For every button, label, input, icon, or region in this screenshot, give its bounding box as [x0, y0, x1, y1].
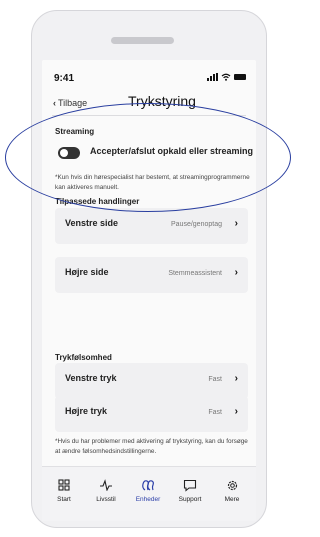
tab-livsstil[interactable]: Livsstil: [86, 477, 126, 503]
tab-support[interactable]: Support: [170, 477, 210, 503]
grid-icon: [44, 477, 84, 493]
action-row-right[interactable]: Højre side Stemmeassistent ›: [55, 257, 248, 293]
pulse-icon: [86, 477, 126, 493]
back-label: Tilbage: [58, 98, 88, 108]
status-icons: [207, 73, 246, 81]
sensitivity-heading: Trykfølsomhed: [55, 353, 112, 362]
hearing-aids-icon: [128, 477, 168, 493]
action-row-value: Pause/genoptag: [171, 221, 222, 228]
action-row-label: Højre side: [65, 267, 109, 277]
header-divider: [52, 115, 246, 116]
sensitivity-row-label: Venstre tryk: [65, 373, 117, 383]
tab-start[interactable]: Start: [44, 477, 84, 503]
chevron-right-icon: ›: [234, 373, 238, 384]
chat-icon: [170, 477, 210, 493]
sensitivity-row-value: Fast: [208, 376, 222, 383]
tab-label: Mere: [224, 496, 240, 503]
streaming-heading: Streaming: [55, 127, 95, 136]
tab-label: Enheder: [135, 496, 161, 503]
phone-speaker: [111, 37, 174, 44]
app-screen: 9:41 ‹ Tilbage Trykstyring Streaming Acc…: [42, 60, 256, 521]
streaming-note: *Kun hvis din hørespecialist har bestemt…: [55, 174, 250, 191]
gear-icon: [212, 477, 252, 493]
sensitivity-row-label: Højre tryk: [65, 406, 108, 416]
sensitivity-note: *Hvis du har problemer med aktivering af…: [55, 438, 248, 455]
streaming-toggle[interactable]: [58, 147, 80, 159]
tab-enheder[interactable]: Enheder: [128, 477, 168, 503]
tab-label: Start: [57, 496, 71, 503]
sensitivity-row-left[interactable]: Venstre tryk Fast ›: [55, 363, 248, 399]
tab-label: Support: [178, 496, 202, 503]
chevron-left-icon: ‹: [53, 98, 56, 108]
battery-icon: [234, 74, 246, 80]
wifi-icon: [221, 73, 231, 81]
tab-label: Livsstil: [96, 496, 116, 503]
action-row-label: Venstre side: [65, 218, 119, 228]
streaming-toggle-label: Accepter/afslut opkald eller streaming: [90, 146, 254, 156]
sensitivity-row-right[interactable]: Højre tryk Fast ›: [55, 396, 248, 432]
chevron-right-icon: ›: [234, 267, 238, 278]
chevron-right-icon: ›: [234, 218, 238, 229]
phone-frame: 9:41 ‹ Tilbage Trykstyring Streaming Acc…: [31, 10, 267, 528]
action-row-left[interactable]: Venstre side Pause/genoptag ›: [55, 208, 248, 244]
tab-mere[interactable]: Mere: [212, 477, 252, 503]
action-row-value: Stemmeassistent: [168, 270, 222, 277]
actions-heading: Tilpassede handlinger: [55, 197, 140, 206]
tab-bar: Start Livsstil Enheder Support Mere: [42, 466, 256, 521]
chevron-right-icon: ›: [234, 406, 238, 417]
page-title: Trykstyring: [128, 93, 196, 109]
status-time: 9:41: [54, 73, 75, 84]
sensitivity-row-value: Fast: [208, 409, 222, 416]
back-button[interactable]: ‹ Tilbage: [53, 98, 87, 108]
signal-icon: [207, 73, 218, 81]
